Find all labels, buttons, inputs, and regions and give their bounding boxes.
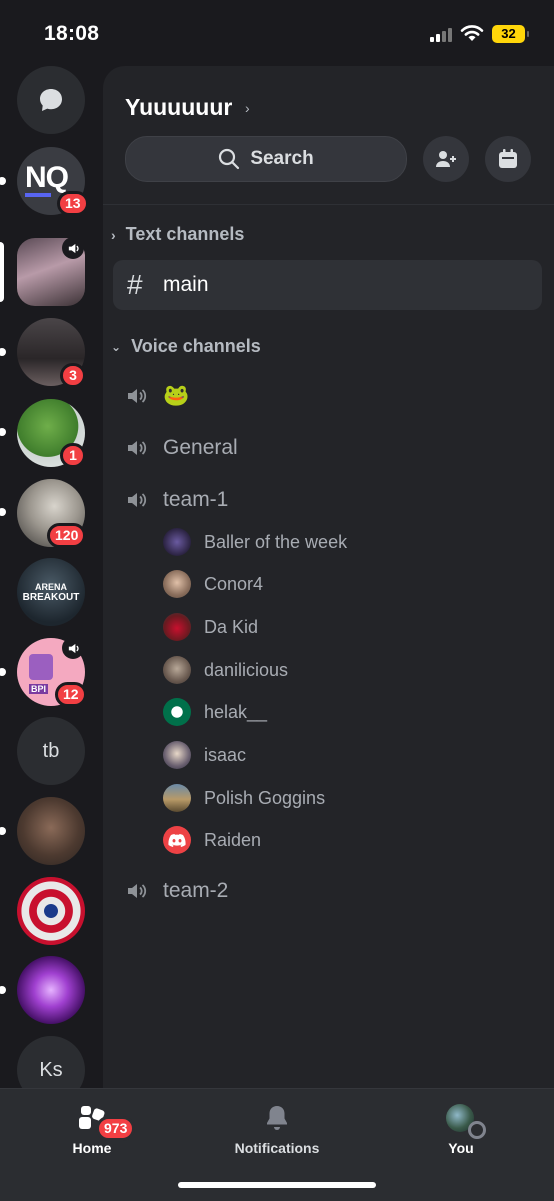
channel-main[interactable]: # main [113, 260, 542, 310]
tab-label: You [448, 1140, 474, 1156]
chevron-down-icon: ⌄ [111, 339, 122, 354]
direct-messages-button[interactable] [17, 66, 85, 134]
text-channels-header[interactable]: › Text channels [111, 224, 244, 245]
mention-badge: 3 [60, 363, 86, 388]
server-icon-arena-breakout[interactable]: ARENA BREAKOUT [17, 558, 85, 626]
channel-panel: Yuuuuuur › Search › Text channels # main… [103, 66, 554, 1088]
avatar [163, 528, 191, 556]
voice-channels-header[interactable]: ⌄ Voice channels [111, 336, 261, 357]
voice-channel-team-2[interactable]: team-2 [125, 876, 228, 906]
server-name[interactable]: Yuuuuuur [125, 94, 232, 121]
home-badge: 973 [96, 1116, 136, 1141]
tab-label: Home [72, 1140, 112, 1156]
status-bar: 18:08 32 [0, 0, 554, 66]
avatar [163, 826, 191, 854]
server-abbr: NQ [25, 161, 69, 194]
voice-member[interactable]: Baller of the week [163, 528, 347, 556]
server-icon-ks[interactable]: Ks [17, 1036, 85, 1088]
server-icon-avatar[interactable] [17, 797, 85, 865]
unread-indicator [0, 508, 6, 516]
home-indicator [178, 1182, 376, 1188]
tab-label: Notifications [234, 1140, 320, 1156]
server-rail: NQ 13 3 1 120 ARENA BREAKOUT BPI 12 tb K… [0, 66, 103, 1088]
chevron-right-icon: › [245, 100, 250, 116]
mention-badge: 120 [47, 523, 87, 548]
avatar [163, 570, 191, 598]
speaker-icon [128, 441, 147, 455]
chat-bubble-icon [40, 89, 62, 111]
channel-name: team-2 [163, 879, 229, 902]
channel-name: main [163, 273, 209, 296]
selected-indicator [0, 242, 4, 302]
voice-active-icon [62, 237, 84, 259]
voice-member[interactable]: Polish Goggins [163, 784, 325, 812]
server-icon-tb[interactable]: tb [17, 717, 85, 785]
server-icon-orb[interactable] [17, 956, 85, 1024]
channel-name: General [163, 436, 238, 459]
add-member-icon [436, 151, 456, 167]
mention-badge: 13 [57, 191, 89, 216]
unread-indicator [0, 428, 6, 436]
discord-logo-icon [168, 834, 186, 847]
voice-active-icon [62, 637, 84, 659]
speaker-icon [128, 389, 147, 403]
tab-you[interactable]: You [369, 1089, 553, 1169]
voice-channel-frog[interactable]: 🐸 [125, 381, 189, 411]
avatar [163, 784, 191, 812]
avatar [163, 613, 191, 641]
unread-indicator [0, 986, 6, 994]
search-button[interactable]: Search [125, 136, 407, 182]
channel-name: team-1 [163, 488, 229, 511]
voice-member[interactable]: Conor4 [163, 570, 263, 598]
avatar [163, 698, 191, 726]
events-button[interactable] [485, 136, 531, 182]
speaker-icon [128, 493, 147, 507]
avatar [163, 656, 191, 684]
bell-icon [267, 1106, 287, 1130]
cellular-signal-icon [430, 28, 454, 42]
voice-channel-general[interactable]: General [125, 433, 238, 463]
status-idle-icon [468, 1121, 486, 1139]
mention-badge: 12 [55, 682, 87, 707]
tab-notifications[interactable]: Notifications [185, 1089, 369, 1169]
voice-member[interactable]: danilicious [163, 656, 288, 684]
avatar [163, 741, 191, 769]
unread-indicator [0, 348, 6, 356]
battery-indicator: 32 [492, 25, 529, 43]
unread-indicator [0, 827, 6, 835]
search-label: Search [250, 148, 314, 169]
unread-indicator [0, 668, 6, 676]
voice-member[interactable]: isaac [163, 741, 246, 769]
tab-home[interactable]: 973 Home [0, 1089, 184, 1169]
search-icon [219, 148, 240, 170]
server-icon-shield[interactable] [17, 877, 85, 945]
clock: 18:08 [44, 22, 100, 45]
hash-icon: # [127, 269, 143, 300]
unread-indicator [0, 177, 6, 185]
invite-members-button[interactable] [423, 136, 469, 182]
divider [103, 204, 554, 205]
wifi-icon [460, 25, 484, 41]
voice-channel-team-1[interactable]: team-1 [125, 485, 228, 515]
voice-member[interactable]: helak__ [163, 698, 267, 726]
speaker-icon [128, 884, 147, 898]
voice-member[interactable]: Da Kid [163, 613, 258, 641]
chevron-right-icon: › [111, 226, 116, 243]
mention-badge: 1 [60, 443, 86, 468]
channel-name: 🐸 [163, 384, 190, 407]
calendar-icon [499, 149, 517, 168]
voice-member[interactable]: Raiden [163, 826, 261, 854]
